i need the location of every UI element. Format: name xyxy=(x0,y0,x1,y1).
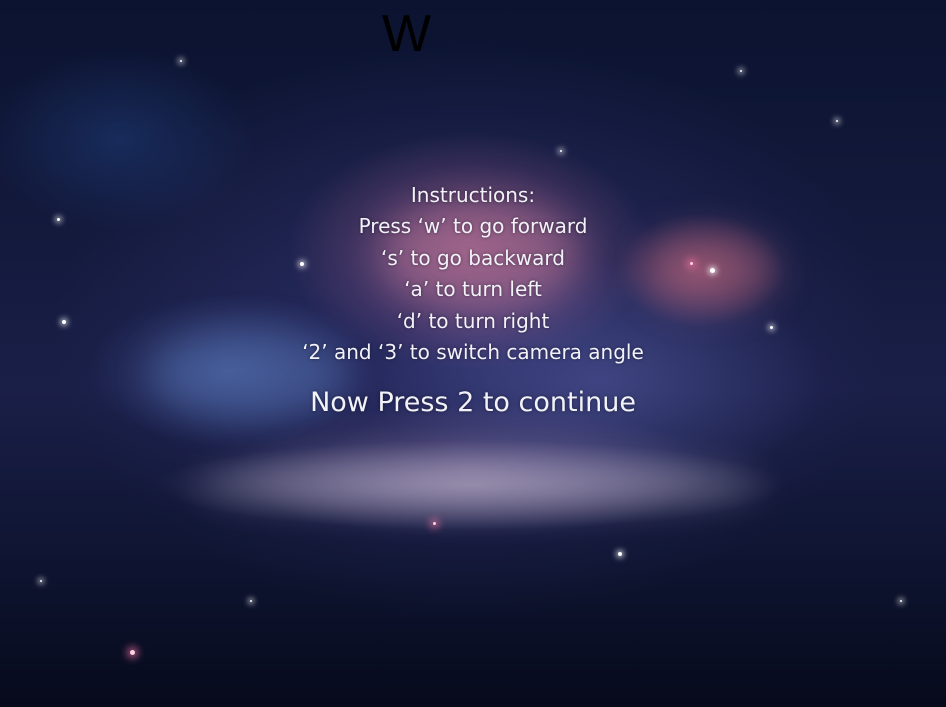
title-letter: W xyxy=(382,5,432,63)
star xyxy=(57,218,60,221)
instruction-line-forward: Press ‘w’ to go forward xyxy=(358,214,588,239)
instruction-line-right: ‘d’ to turn right xyxy=(396,308,550,333)
space-background: W Instructions: Press ‘w’ to go forward … xyxy=(0,0,946,707)
star xyxy=(40,580,42,582)
star xyxy=(740,70,742,72)
instruction-line-backward: ‘s’ to go backward xyxy=(381,245,565,270)
nebula-band xyxy=(200,460,760,510)
star-pink xyxy=(130,650,135,655)
star xyxy=(560,150,562,152)
star xyxy=(618,552,622,556)
instruction-line-left: ‘a’ to turn left xyxy=(404,277,542,302)
star xyxy=(836,120,838,122)
star-pink xyxy=(433,522,436,525)
instruction-line-camera: ‘2’ and ‘3’ to switch camera angle xyxy=(302,340,644,365)
instructions-panel: Instructions: Press ‘w’ to go forward ‘s… xyxy=(173,180,773,420)
star xyxy=(180,60,182,62)
continue-prompt: Now Press 2 to continue xyxy=(310,387,636,419)
star xyxy=(900,600,902,602)
star xyxy=(250,600,252,602)
star xyxy=(62,320,66,324)
instructions-heading: Instructions: xyxy=(410,183,536,207)
